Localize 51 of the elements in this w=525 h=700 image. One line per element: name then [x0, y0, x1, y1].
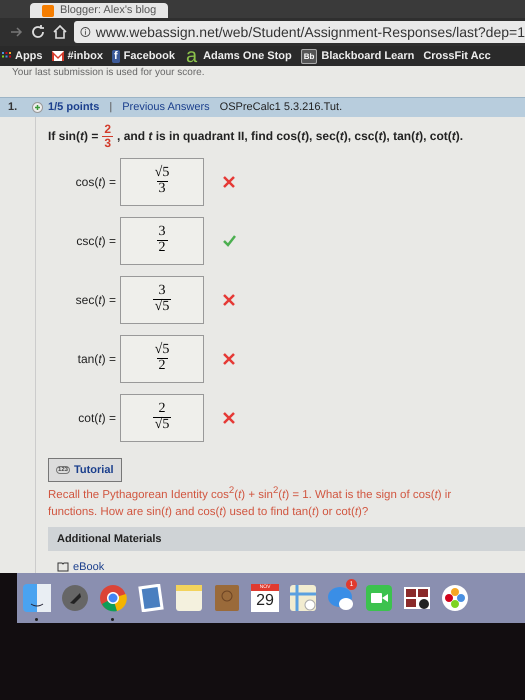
- chat-bubble-icon[interactable]: [327, 584, 355, 612]
- question-text: If sin(t) =: [48, 129, 98, 144]
- site-logo-icon: a: [184, 49, 200, 63]
- answer-label: cos(t) =: [74, 174, 117, 189]
- finder-icon[interactable]: [23, 584, 51, 612]
- notepad-icon[interactable]: [175, 584, 203, 612]
- reload-icon[interactable]: [30, 24, 46, 40]
- home-icon[interactable]: [52, 24, 68, 40]
- address-book-icon[interactable]: [213, 584, 241, 612]
- book-icon: [57, 562, 69, 572]
- answer-field[interactable]: √5 2: [120, 334, 204, 383]
- previous-answers-link[interactable]: Previous Answers: [122, 101, 210, 114]
- photo-strip-icon[interactable]: [403, 584, 431, 612]
- stamp-icon[interactable]: [137, 584, 165, 612]
- answer-label: cot(t) =: [77, 410, 117, 425]
- answer-field[interactable]: 2 √5: [120, 394, 204, 442]
- question-text: , and t is in quadrant II, find cos(t), sec(t), csc(t), tan(t), cot(t).: [117, 129, 464, 144]
- answer-field[interactable]: 3 √5: [120, 276, 204, 324]
- bookmark-link[interactable]: Adams One Stop: [203, 50, 292, 62]
- hint-text: Recall the Pythagorean Identity cos$^{2}$(t) + sin$^{2}$(t) = 1. What is the sign of cos(t) ir: [48, 484, 452, 503]
- plus-icon[interactable]: [32, 102, 43, 113]
- answer-field[interactable]: 3 2: [120, 216, 204, 265]
- grid-icon: [2, 52, 11, 60]
- bookmark-link[interactable]: Facebook: [124, 50, 175, 62]
- given-fraction: 2 3: [102, 122, 114, 150]
- question-code: OSPreCalc1 5.3.216.Tut.: [220, 101, 342, 114]
- answer-label: csc(t) =: [75, 234, 117, 248]
- answer-label: tan(t) =: [76, 352, 117, 366]
- hint-text: functions. How are sin(t) and cos(t) used to find tan(t) or cot(t)?: [48, 505, 370, 520]
- question-number: 1.: [8, 101, 18, 114]
- browser-tab[interactable]: Blogger: Alex's blog: [30, 3, 168, 18]
- bookmark-link[interactable]: CrossFit Acc: [423, 50, 491, 62]
- bookmark-link[interactable]: Blackboard Learn: [321, 50, 414, 62]
- map-icon[interactable]: [289, 584, 317, 612]
- browser-icon[interactable]: [99, 584, 127, 612]
- address-bar[interactable]: www.webassign.net/web/Student/Assignment-Responses/last?dep=1: [74, 21, 525, 43]
- answer-label: sec(t) =: [74, 292, 117, 307]
- separator-text: |: [109, 101, 112, 114]
- envelope-icon: [52, 51, 64, 61]
- notice-text: Your last submission is used for your score.: [11, 66, 206, 79]
- site-logo-icon: f: [112, 50, 120, 62]
- bookmark-link[interactable]: Apps: [15, 50, 42, 62]
- materials-header: Additional Materials: [48, 527, 525, 551]
- video-camera-icon[interactable]: [365, 584, 393, 612]
- bookmark-link[interactable]: #inbox: [68, 50, 103, 62]
- site-logo-icon: Bb: [300, 48, 318, 64]
- answer-field[interactable]: √5 3: [120, 158, 204, 206]
- points-text: 1/5 points: [48, 101, 100, 114]
- flower-icon[interactable]: [441, 584, 469, 612]
- info-icon: [80, 26, 91, 38]
- ebook-link[interactable]: eBook: [73, 561, 104, 573]
